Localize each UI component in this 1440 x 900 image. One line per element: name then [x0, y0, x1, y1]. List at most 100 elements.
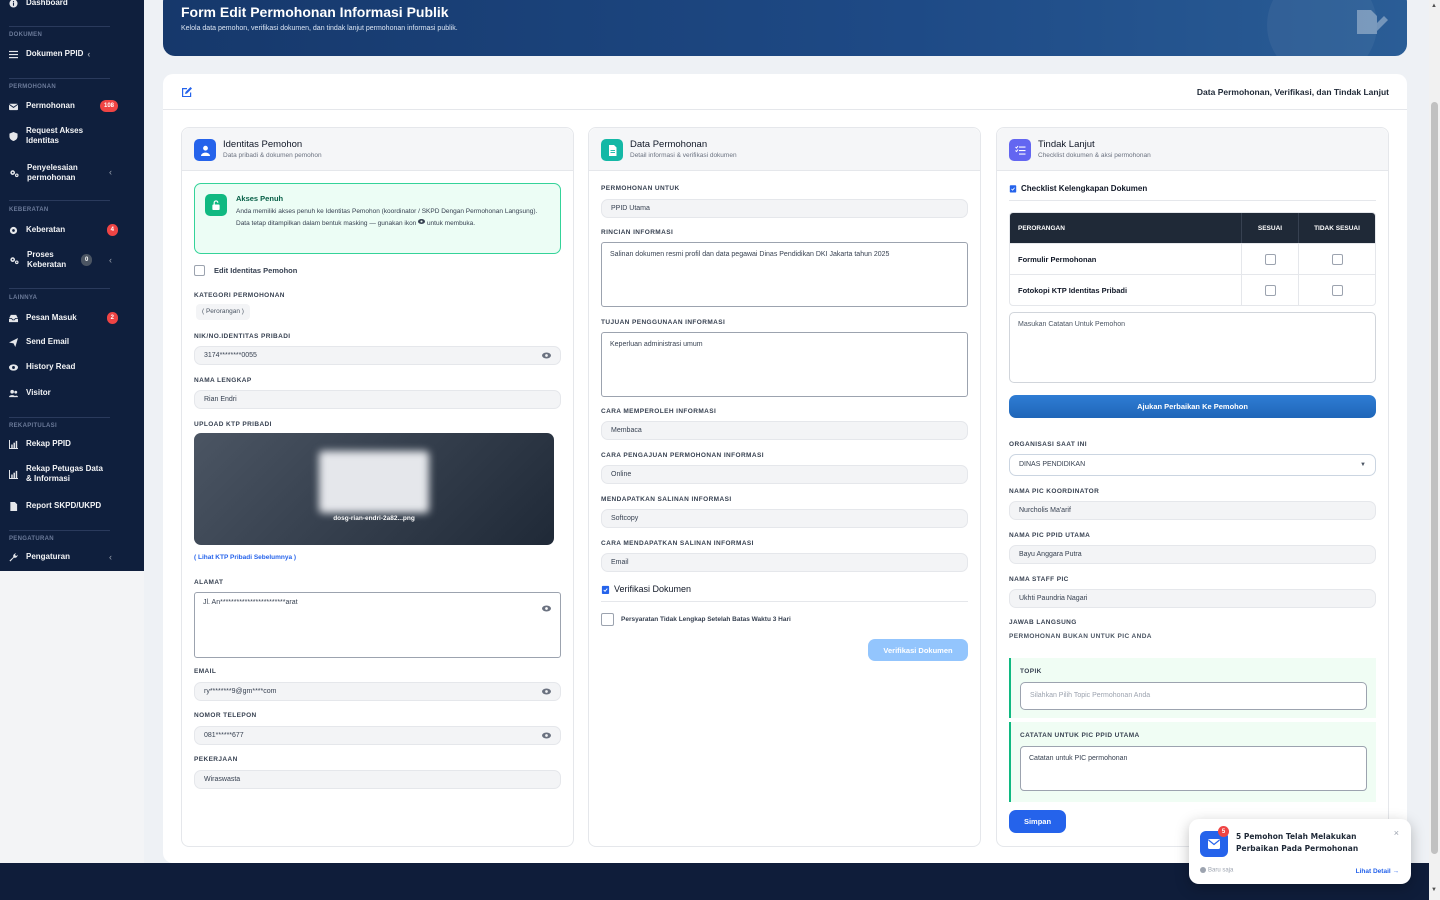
organisasi-select[interactable]: DINAS PENDIDIKAN ▼ [1009, 454, 1376, 476]
field-value: ry********9@gm****com [204, 688, 277, 695]
eye-icon[interactable] [542, 731, 551, 740]
permohonan-panel: Data Permohonan Detail informasi & verif… [588, 127, 981, 847]
sidebar-item-label: Request Akses Identitas [26, 126, 84, 145]
staff-field[interactable]: Ukhti Paundria Nagari [1009, 589, 1376, 608]
cara-memperoleh-field[interactable]: Membaca [601, 421, 968, 440]
sesuai-checkbox[interactable] [1264, 284, 1276, 296]
scroll-down-arrow-icon[interactable]: ▼ [1431, 887, 1437, 893]
field-label: CARA PENGAJUAN PERMOHONAN INFORMASI [601, 452, 764, 459]
chevron-left-icon: ‹ [109, 167, 112, 177]
close-icon[interactable]: × [1394, 828, 1399, 838]
alert-text-line: untuk [426, 219, 443, 227]
sidebar-item-rekap-ppid[interactable]: Rekap PPID [8, 439, 136, 449]
alamat-textarea[interactable]: Jl. An************************arat [194, 592, 561, 658]
telepon-field[interactable]: 081******677 [194, 726, 561, 745]
chevron-left-icon: ‹ [87, 49, 91, 59]
alert-text-line: membuka. [444, 219, 476, 227]
sidebar-item-send-email[interactable]: Send Email [8, 337, 136, 347]
nama-field[interactable]: Rian Endri [194, 390, 561, 409]
card-title: Data Permohonan, Verifikasi, dan Tindak … [1196, 87, 1389, 97]
simpan-button[interactable]: Simpan [1009, 810, 1066, 833]
catatan-pic-textarea[interactable]: Catatan untuk PIC permohonan [1020, 746, 1367, 791]
sidebar-item-proses-keberatan[interactable]: Proses Keberatan 0 [9, 250, 137, 270]
sidebar-item-label: Penyelesaian permohonan [27, 163, 78, 182]
sidebar-item-dashboard[interactable]: Dashboard [8, 0, 136, 8]
divider [9, 78, 110, 79]
ajukan-perbaikan-button[interactable]: Ajukan Perbaikan Ke Pemohon [1009, 395, 1376, 418]
sidebar-item-report-skpd[interactable]: Report SKPD/UKPD [8, 501, 136, 511]
sidebar-item-pengaturan[interactable]: Pengaturan [8, 552, 136, 562]
sidebar-item-pesan-masuk[interactable]: Pesan Masuk 2 [8, 312, 136, 324]
field-label: EMAIL [194, 668, 217, 675]
column-header: SESUAI [1242, 213, 1299, 243]
catatan-pemohon-textarea[interactable]: Masukan Catatan Untuk Pemohon [1009, 312, 1376, 383]
salinan-field[interactable]: Softcopy [601, 509, 968, 528]
cara-pengajuan-field[interactable]: Online [601, 465, 968, 484]
field-label: NIK/NO.IDENTITAS PRIBADI [194, 333, 291, 340]
sidebar-item-visitor[interactable]: Visitor [8, 388, 136, 398]
sidebar-item-label: Rekap Petugas Data & Informasi [26, 464, 103, 483]
eye-icon[interactable] [542, 351, 551, 360]
field-value: Jl. An************************arat [203, 599, 298, 606]
panel-subtitle: Checklist dokumen & aksi permohonan [1038, 152, 1151, 159]
count-badge: 4 [106, 224, 118, 236]
user-icon [194, 139, 216, 161]
field-label: NOMOR TELEPON [194, 712, 257, 719]
page-scrollbar[interactable]: ▲ ▼ [1429, 0, 1440, 900]
sidebar-item-permohonan[interactable]: Permohonan 108 [8, 100, 136, 112]
section-heading: PERMOHONAN [9, 84, 57, 90]
sidebar-item-dokumen-ppid[interactable]: Dokumen PPID ‹ [8, 49, 136, 59]
sidebar-item-penyelesaian[interactable]: Penyelesaian permohonan [9, 163, 137, 183]
table-row: Formulir Permohonan [1010, 243, 1375, 274]
persyaratan-checkbox[interactable] [601, 613, 614, 626]
rincian-textarea[interactable]: Salinan dokumen resmi profil dan data pe… [601, 242, 968, 307]
ktp-preview[interactable]: dosg-rian-endri-2a82...png [194, 433, 554, 545]
sidebar-item-rekap-petugas[interactable]: Rekap Petugas Data & Informasi [8, 464, 136, 484]
list-icon [8, 49, 18, 59]
ppid-utama-field[interactable]: Bayu Anggara Putra [1009, 545, 1376, 564]
email-field[interactable]: ry********9@gm****com [194, 682, 561, 701]
lihat-detail-link[interactable]: Lihat Detail → [1356, 868, 1399, 875]
verifikasi-dokumen-button[interactable]: Verifikasi Dokumen [868, 639, 968, 661]
eye-icon[interactable] [542, 604, 551, 613]
cogs-icon [9, 255, 19, 265]
section-title: Verifikasi Dokumen [614, 584, 692, 594]
edit-identitas-checkbox[interactable] [194, 265, 205, 276]
panel-title: Data Permohonan [630, 139, 708, 150]
form-card: Data Permohonan, Verifikasi, dan Tindak … [163, 74, 1407, 863]
topik-input[interactable]: Silahkan Pilih Topic Permohonan Anda [1020, 682, 1367, 710]
sidebar-empty-area [0, 571, 144, 863]
panel-header: Tindak Lanjut Checklist dokumen & aksi p… [997, 128, 1388, 171]
main-content: Form Edit Permohonan Informasi Publik Ke… [144, 0, 1429, 863]
nik-field[interactable]: 3174********0055 [194, 346, 561, 365]
scrollbar-thumb[interactable] [1431, 102, 1438, 854]
cara-salinan-field[interactable]: Email [601, 553, 968, 572]
sesuai-checkbox[interactable] [1264, 253, 1276, 265]
count-badge: 0 [81, 254, 93, 266]
pekerjaan-field[interactable]: Wiraswasta [194, 770, 561, 789]
sidebar-item-request-akses[interactable]: Request Akses Identitas [8, 126, 136, 146]
divider [601, 601, 968, 602]
divider [9, 530, 110, 531]
scroll-up-arrow-icon[interactable]: ▲ [1431, 3, 1437, 9]
divider [9, 417, 110, 418]
table-row: Fotokopi KTP Identitas Pribadi [1010, 274, 1375, 305]
chart-icon [8, 439, 18, 449]
tujuan-textarea[interactable]: Keperluan administrasi umum [601, 332, 968, 397]
panel-header: Data Permohonan Detail informasi & verif… [589, 128, 980, 171]
koordinator-field[interactable]: Nurcholis Ma'arif [1009, 501, 1376, 520]
field-value: 3174********0055 [204, 352, 257, 359]
info-icon [8, 0, 18, 8]
permohonan-untuk-field[interactable]: PPID Utama [601, 199, 968, 218]
notification-toast[interactable]: 5 5 Pemohon Telah Melakukan Perbaikan Pa… [1189, 819, 1411, 884]
row-label: Formulir Permohonan [1010, 244, 1242, 274]
sidebar-item-history-read[interactable]: History Read [8, 362, 136, 372]
eye-icon [418, 218, 426, 227]
sidebar-item-keberatan[interactable]: Keberatan 4 [8, 224, 136, 236]
lihat-ktp-link[interactable]: ( Lihat KTP Pribadi Sebelumnya ) [194, 554, 296, 561]
eye-icon[interactable] [542, 687, 551, 696]
tidak-sesuai-checkbox[interactable] [1331, 284, 1343, 296]
field-label: NAMA STAFF PIC [1009, 576, 1069, 583]
tidak-sesuai-checkbox[interactable] [1331, 253, 1343, 265]
field-label: KATEGORI PERMOHONAN [194, 292, 285, 299]
